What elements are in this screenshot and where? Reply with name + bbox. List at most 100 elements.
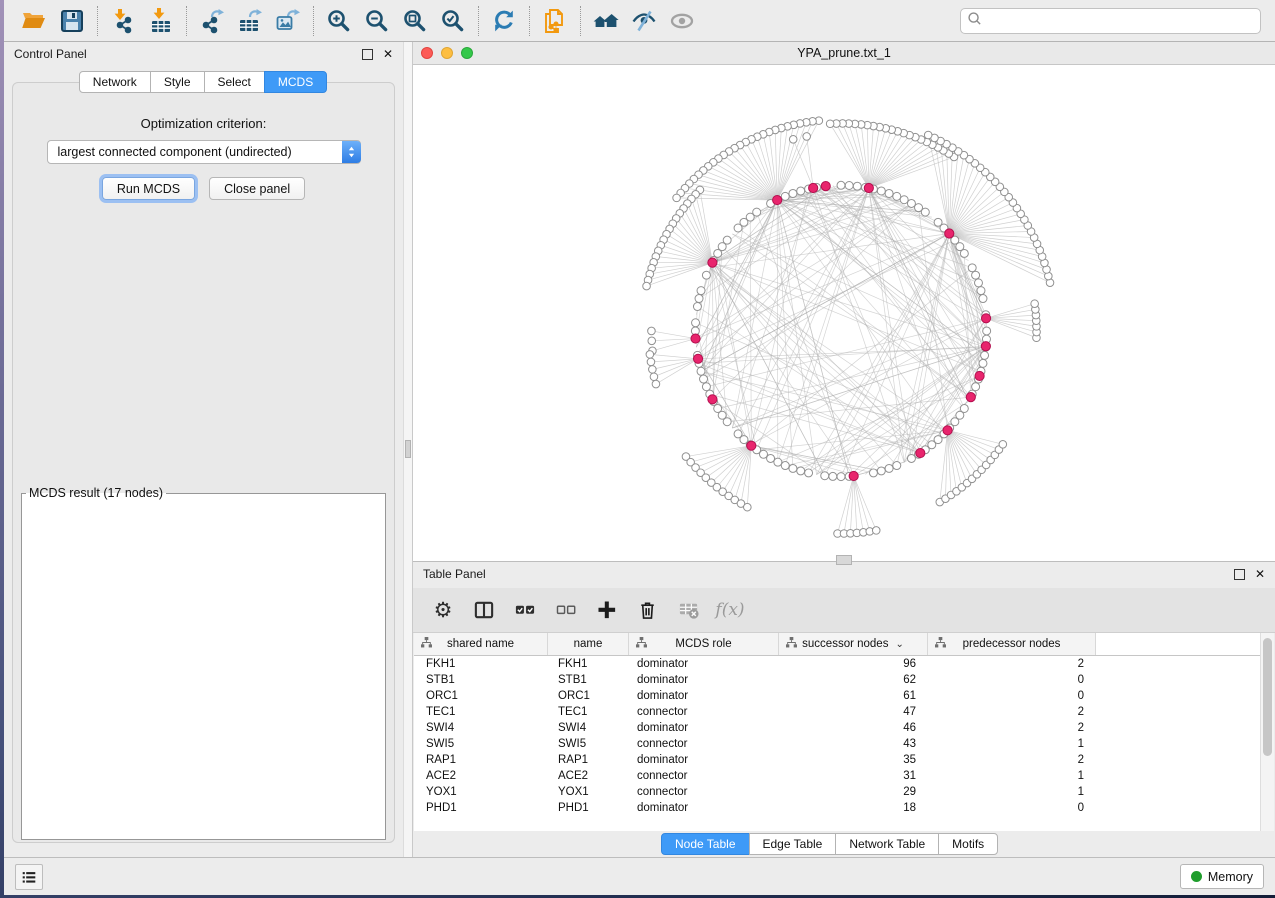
memory-button[interactable]: Memory bbox=[1180, 864, 1264, 889]
window-zoom-button[interactable] bbox=[461, 47, 473, 59]
main-row: Control Panel ✕ NetworkStyleSelectMCDS O… bbox=[4, 42, 1275, 857]
zoom-out-icon[interactable] bbox=[362, 6, 392, 36]
cell-shared-name: PHD1 bbox=[414, 802, 548, 814]
function-builder-icon: f(x) bbox=[718, 598, 742, 622]
table-row[interactable]: RAP1RAP1dominator352 bbox=[414, 752, 1260, 768]
toolbar-separator bbox=[97, 6, 98, 36]
run-mcds-button[interactable]: Run MCDS bbox=[102, 177, 195, 200]
network-title: YPA_prune.txt_1 bbox=[413, 46, 1275, 60]
refresh-view-icon[interactable] bbox=[489, 6, 519, 36]
table-row[interactable]: ORC1ORC1dominator610 bbox=[414, 688, 1260, 704]
import-table-icon[interactable] bbox=[146, 6, 176, 36]
table-row[interactable]: YOX1YOX1connector291 bbox=[414, 784, 1260, 800]
search-box[interactable] bbox=[960, 8, 1261, 34]
network-view[interactable] bbox=[413, 65, 1275, 561]
network-canvas-svg bbox=[413, 65, 1275, 561]
tab-network-table[interactable]: Network Table bbox=[835, 833, 939, 855]
table-row[interactable]: FKH1FKH1dominator962 bbox=[414, 656, 1260, 672]
cell-successor-nodes: 47 bbox=[779, 706, 928, 718]
tab-network[interactable]: Network bbox=[79, 71, 151, 93]
tab-motifs[interactable]: Motifs bbox=[938, 833, 998, 855]
table-area: shared namename MCDS role successor nodes⌄… bbox=[414, 633, 1274, 831]
table-float-panel-icon[interactable] bbox=[1234, 569, 1245, 580]
add-row-icon[interactable] bbox=[595, 598, 619, 622]
delete-table-icon bbox=[677, 598, 701, 622]
task-history-button[interactable] bbox=[15, 864, 43, 890]
column-header-MCDS-role[interactable]: MCDS role bbox=[629, 633, 779, 655]
toolbar-separator bbox=[580, 6, 581, 36]
zoom-in-icon[interactable] bbox=[324, 6, 354, 36]
optimization-criterion-select[interactable]: largest connected component (undirected) bbox=[47, 140, 361, 164]
float-panel-icon[interactable] bbox=[362, 49, 373, 60]
delete-row-icon[interactable] bbox=[636, 598, 660, 622]
main-toolbar bbox=[4, 0, 1275, 42]
vertical-splitter-handle[interactable] bbox=[405, 440, 411, 458]
cell-name: YOX1 bbox=[548, 786, 629, 798]
cell-successor-nodes: 96 bbox=[779, 658, 928, 670]
cell-predecessor-nodes: 1 bbox=[928, 770, 1096, 782]
table-close-panel-icon[interactable]: ✕ bbox=[1255, 568, 1265, 580]
table-row[interactable]: SWI5SWI5connector431 bbox=[414, 736, 1260, 752]
table-scrollbar[interactable] bbox=[1260, 633, 1274, 831]
task-list-icon bbox=[22, 869, 36, 885]
table-panel-title: Table Panel bbox=[423, 567, 1234, 581]
table-row[interactable]: PHD1PHD1dominator180 bbox=[414, 800, 1260, 816]
table-row[interactable]: STB1STB1dominator620 bbox=[414, 672, 1260, 688]
control-panel-header: Control Panel ✕ bbox=[4, 42, 403, 66]
column-layout-icon[interactable] bbox=[472, 598, 496, 622]
settings-gear-icon[interactable]: ⚙ bbox=[431, 598, 455, 622]
cell-shared-name: FKH1 bbox=[414, 658, 548, 670]
tab-mcds[interactable]: MCDS bbox=[264, 71, 327, 93]
hide-unselected-icon[interactable] bbox=[629, 6, 659, 36]
window-minimize-button[interactable] bbox=[441, 47, 453, 59]
cell-name: SWI5 bbox=[548, 738, 629, 750]
table-panel: Table Panel ✕ ⚙ f(x) shared namename MCDS … bbox=[413, 561, 1275, 857]
tab-node-table[interactable]: Node Table bbox=[661, 833, 750, 855]
window-close-button[interactable] bbox=[421, 47, 433, 59]
export-network-icon[interactable] bbox=[197, 6, 227, 36]
hide-columns-icon[interactable] bbox=[554, 598, 578, 622]
show-columns-icon[interactable] bbox=[513, 598, 537, 622]
export-image-icon[interactable] bbox=[273, 6, 303, 36]
table-row[interactable]: ACE2ACE2connector311 bbox=[414, 768, 1260, 784]
cell-successor-nodes: 62 bbox=[779, 674, 928, 686]
tab-edge-table[interactable]: Edge Table bbox=[749, 833, 837, 855]
column-header-name[interactable]: name bbox=[548, 633, 629, 655]
table-row[interactable]: TEC1TEC1connector472 bbox=[414, 704, 1260, 720]
horizontal-splitter-handle[interactable] bbox=[836, 555, 852, 565]
zoom-fit-icon[interactable] bbox=[400, 6, 430, 36]
cell-predecessor-nodes: 2 bbox=[928, 754, 1096, 766]
column-header-predecessor-nodes[interactable]: predecessor nodes bbox=[928, 633, 1096, 655]
toolbar-separator bbox=[529, 6, 530, 36]
tab-style[interactable]: Style bbox=[150, 71, 205, 93]
vertical-splitter[interactable] bbox=[403, 42, 413, 857]
column-label: MCDS role bbox=[675, 638, 731, 650]
sort-indicator-icon: ⌄ bbox=[895, 639, 903, 650]
cell-name: TEC1 bbox=[548, 706, 629, 718]
column-header-filler bbox=[1096, 633, 1260, 655]
import-network-icon[interactable] bbox=[108, 6, 138, 36]
column-header-successor-nodes[interactable]: successor nodes⌄ bbox=[779, 633, 928, 655]
save-session-icon[interactable] bbox=[57, 6, 87, 36]
duplicate-network-icon[interactable] bbox=[540, 6, 570, 36]
search-input[interactable] bbox=[986, 13, 1254, 29]
cell-successor-nodes: 29 bbox=[779, 786, 928, 798]
home-layout-icon[interactable] bbox=[591, 6, 621, 36]
column-label: predecessor nodes bbox=[963, 638, 1061, 650]
open-session-icon[interactable] bbox=[19, 6, 49, 36]
toolbar-group bbox=[99, 6, 185, 36]
table-scrollbar-thumb[interactable] bbox=[1263, 638, 1272, 756]
cell-MCDS-role: dominator bbox=[629, 722, 779, 734]
table-toolbar: ⚙ f(x) bbox=[413, 588, 1275, 633]
cell-name: ACE2 bbox=[548, 770, 629, 782]
cell-successor-nodes: 61 bbox=[779, 690, 928, 702]
close-mcds-panel-button[interactable]: Close panel bbox=[209, 177, 305, 200]
export-table-icon[interactable] bbox=[235, 6, 265, 36]
zoom-selected-icon[interactable] bbox=[438, 6, 468, 36]
column-header-shared-name[interactable]: shared name bbox=[414, 633, 548, 655]
close-panel-icon[interactable]: ✕ bbox=[383, 48, 393, 60]
mcds-result-list[interactable]: PHD1CAR1STP4TID3YOX1SWI4SRD1PMA2FKH1ACE2… bbox=[23, 501, 371, 503]
tab-select[interactable]: Select bbox=[204, 71, 265, 93]
app-window: Control Panel ✕ NetworkStyleSelectMCDS O… bbox=[4, 0, 1275, 895]
table-row[interactable]: SWI4SWI4dominator462 bbox=[414, 720, 1260, 736]
